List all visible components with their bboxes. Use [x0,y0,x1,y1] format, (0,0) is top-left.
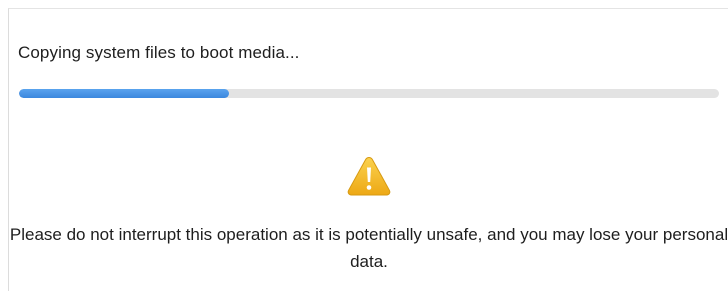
warning-icon [347,156,391,196]
progress-dialog: Copying system files to boot media... Pl… [8,8,728,291]
progress-bar-fill [19,89,229,98]
progress-bar [19,89,719,98]
status-text: Copying system files to boot media... [18,43,300,62]
warning-message: Please do not interrupt this operation a… [9,225,728,271]
